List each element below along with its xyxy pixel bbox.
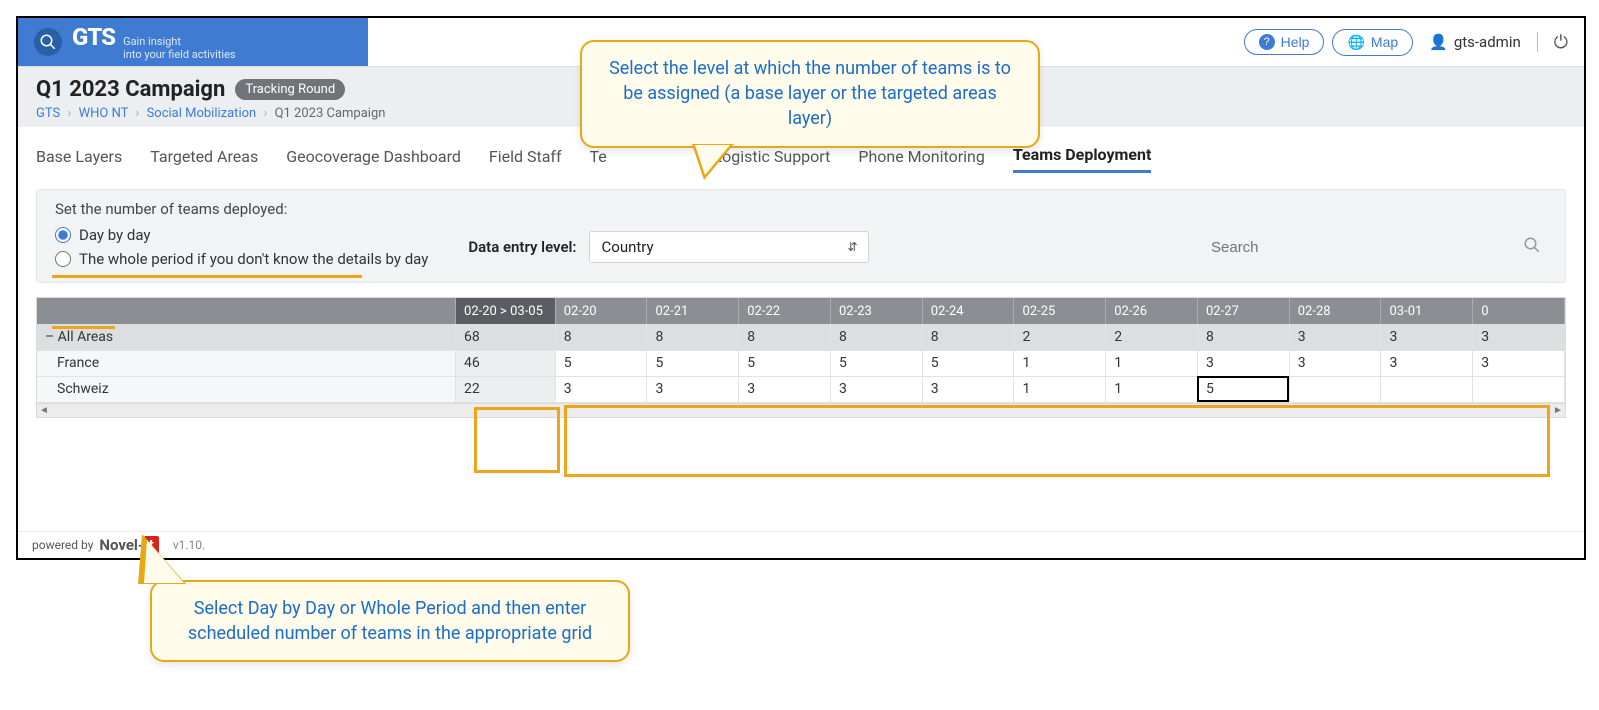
- divider: [1537, 32, 1538, 52]
- breadcrumb-social[interactable]: Social Mobilization: [147, 106, 257, 121]
- teams-grid: 02-20 > 03-0502-2002-2102-2202-2302-2402…: [36, 297, 1566, 418]
- radio-day-by-day-input[interactable]: [55, 227, 71, 243]
- grid-cell[interactable]: 5: [1197, 376, 1289, 402]
- grid-cell[interactable]: 8: [830, 324, 922, 350]
- annotation-callout-level: Select the level at which the number of …: [580, 40, 1040, 148]
- grid-cell[interactable]: 1: [1106, 376, 1198, 402]
- tab-base-layers[interactable]: Base Layers: [36, 147, 122, 172]
- breadcrumb-gts[interactable]: GTS: [36, 106, 60, 121]
- radio-day-by-day[interactable]: Day by day: [55, 226, 428, 244]
- brand-name: GTS: [72, 23, 115, 51]
- grid-sum-cell: 46: [456, 350, 556, 376]
- grid-cell[interactable]: 8: [555, 324, 647, 350]
- grid-cell[interactable]: 3: [830, 376, 922, 402]
- grid-cell[interactable]: 8: [1197, 324, 1289, 350]
- grid-cell[interactable]: [1289, 376, 1381, 402]
- deploy-mode-radio-group: Day by day The whole period if you don't…: [55, 226, 428, 268]
- grid-row-label: – All Areas: [37, 324, 456, 350]
- powered-by-label: powered by: [32, 538, 93, 552]
- grid-row-label: France: [37, 350, 456, 376]
- grid-cell[interactable]: 1: [1014, 376, 1106, 402]
- chevron-updown-icon: ⇵: [847, 240, 857, 254]
- grid-cell[interactable]: 2: [1014, 324, 1106, 350]
- grid-cell[interactable]: 3: [1289, 324, 1381, 350]
- grid-cell[interactable]: 3: [1381, 350, 1473, 376]
- tab-targeted-areas[interactable]: Targeted Areas: [150, 147, 258, 172]
- grid-cell[interactable]: 5: [922, 350, 1014, 376]
- grid-cell[interactable]: 8: [739, 324, 831, 350]
- tab-phone-monitoring[interactable]: Phone Monitoring: [858, 147, 984, 172]
- grid-cell[interactable]: 5: [739, 350, 831, 376]
- grid-cell[interactable]: 3: [922, 376, 1014, 402]
- level-label: Data entry level:: [468, 238, 576, 256]
- footer: powered by Novel-t v1.10.: [18, 531, 1584, 558]
- grid-cell[interactable]: 3: [1473, 350, 1565, 376]
- user-chip[interactable]: 👤 gts-admin: [1421, 33, 1521, 51]
- grid-cell[interactable]: 3: [1289, 350, 1381, 376]
- settings-prompt: Set the number of teams deployed:: [55, 200, 1547, 218]
- grid-sum-cell: 22: [456, 376, 556, 402]
- tab-field-staff[interactable]: Field Staff: [489, 147, 562, 172]
- grid-cell[interactable]: 1: [1014, 350, 1106, 376]
- grid-cell[interactable]: 5: [830, 350, 922, 376]
- user-icon: 👤: [1429, 33, 1448, 51]
- help-icon: ?: [1259, 34, 1275, 50]
- breadcrumb-whont[interactable]: WHO NT: [79, 106, 129, 121]
- grid-cell[interactable]: 5: [647, 350, 739, 376]
- grid-cell[interactable]: 3: [647, 376, 739, 402]
- search-icon: [1523, 236, 1541, 258]
- grid-cell[interactable]: 3: [1381, 324, 1473, 350]
- scroll-right-icon[interactable]: ►: [1551, 404, 1565, 417]
- annotation-callout-mode: Select Day by Day or Whole Period and th…: [150, 580, 630, 662]
- tracking-round-badge: Tracking Round: [235, 79, 345, 100]
- help-button[interactable]: ? Help: [1244, 29, 1325, 55]
- grid-cell[interactable]: 3: [1473, 324, 1565, 350]
- power-button[interactable]: ⏻: [1554, 32, 1568, 53]
- tab-teams-deployment[interactable]: Teams Deployment: [1013, 145, 1152, 173]
- grid-cell[interactable]: 2: [1106, 324, 1198, 350]
- grid-cell[interactable]: 5: [555, 350, 647, 376]
- data-entry-level-select[interactable]: Country ⇵: [589, 231, 869, 263]
- brand-tagline: Gain insightinto your field activities: [123, 35, 236, 61]
- tab-geocoverage[interactable]: Geocoverage Dashboard: [286, 147, 461, 172]
- grid-cell[interactable]: 3: [739, 376, 831, 402]
- grid-row-label: Schweiz: [37, 376, 456, 402]
- grid-cell[interactable]: [1473, 376, 1565, 402]
- grid-sum-cell: 68: [456, 324, 556, 350]
- breadcrumb-current: Q1 2023 Campaign: [275, 106, 386, 121]
- settings-panel: Set the number of teams deployed: Day by…: [36, 189, 1566, 283]
- tab-hidden[interactable]: Te: [590, 147, 620, 172]
- scroll-left-icon[interactable]: ◄: [37, 404, 51, 417]
- horizontal-scrollbar[interactable]: ◄ ►: [37, 403, 1565, 417]
- radio-whole-period-input[interactable]: [55, 251, 71, 267]
- search-input[interactable]: [1207, 233, 1547, 262]
- radio-whole-period[interactable]: The whole period if you don't know the d…: [55, 250, 428, 268]
- brand: GTS Gain insightinto your field activiti…: [18, 18, 368, 66]
- grid-cell[interactable]: 1: [1106, 350, 1198, 376]
- grid-cell[interactable]: 3: [1197, 350, 1289, 376]
- grid-cell[interactable]: [1381, 376, 1473, 402]
- globe-icon: 🌐: [1347, 34, 1364, 51]
- grid-cell[interactable]: 3: [555, 376, 647, 402]
- page-title: Q1 2023 Campaign: [36, 77, 225, 102]
- map-button[interactable]: 🌐 Map: [1332, 29, 1413, 56]
- power-icon: ⏻: [1554, 32, 1568, 52]
- globe-search-icon: [34, 28, 62, 56]
- grid-cell[interactable]: 8: [647, 324, 739, 350]
- grid-cell[interactable]: 8: [922, 324, 1014, 350]
